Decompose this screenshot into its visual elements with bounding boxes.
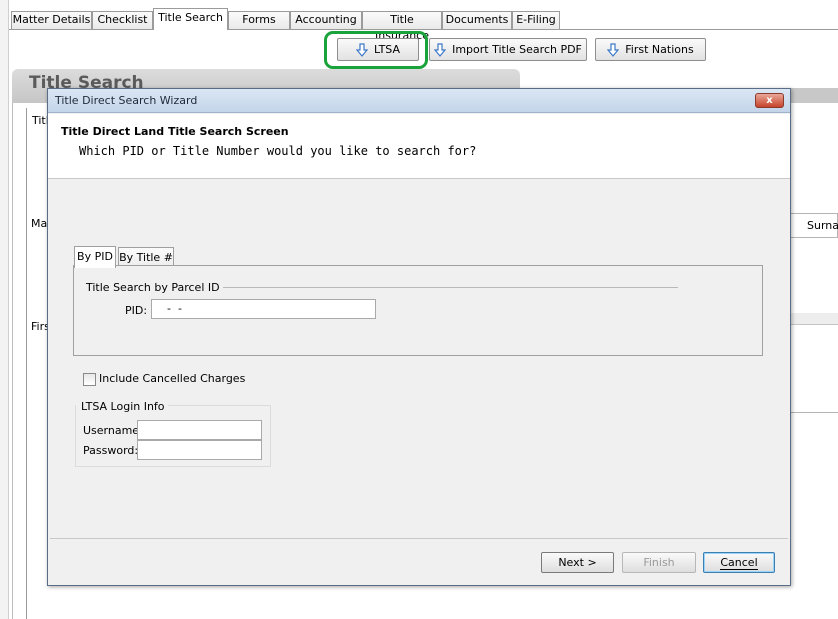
dialog-titlebar[interactable]: Title Direct Search Wizard x <box>48 89 790 113</box>
surname-column-header[interactable]: Surnar <box>790 213 838 238</box>
username-input[interactable] <box>137 420 262 440</box>
tab-accounting[interactable]: Accounting <box>290 11 362 29</box>
down-arrow-icon <box>434 42 447 57</box>
highlight-annotation <box>324 31 428 69</box>
parcel-group-label: Title Search by Parcel ID <box>86 281 223 294</box>
pid-input[interactable]: - - <box>151 299 376 319</box>
main-tabbar: Matter Details Checklist Title Search Fo… <box>11 0 838 42</box>
login-group-line <box>160 405 271 406</box>
right-list-header <box>790 313 838 325</box>
tab-label: Title Search <box>158 11 223 24</box>
tab-label: Checklist <box>97 13 148 26</box>
app-left-strip <box>0 0 9 619</box>
wizard-header-title: Title Direct Land Title Search Screen <box>61 125 289 138</box>
tab-by-pid[interactable]: By PID <box>74 246 116 268</box>
wizard-body <box>48 179 790 539</box>
tab-e-filing[interactable]: E-Filing <box>512 11 560 29</box>
finish-button[interactable]: Finish <box>622 552 696 573</box>
footer-separator <box>50 538 788 539</box>
wizard-header: Title Direct Land Title Search Screen Wh… <box>48 114 790 179</box>
cancel-button[interactable]: Cancel <box>703 552 775 573</box>
next-button[interactable]: Next > <box>541 552 614 573</box>
tab-label: Matter Details <box>12 13 91 26</box>
tab-label: Forms <box>242 13 276 26</box>
username-label: Username: <box>83 424 143 437</box>
first-nations-button-label: First Nations <box>625 43 694 56</box>
import-button-label: Import Title Search PDF <box>452 43 582 56</box>
tab-title-insurance[interactable]: Title Insurance <box>362 11 442 42</box>
import-title-search-pdf-button[interactable]: Import Title Search PDF <box>429 38 587 61</box>
include-cancelled-label[interactable]: Include Cancelled Charges <box>99 372 245 385</box>
tab-forms[interactable]: Forms <box>228 11 290 29</box>
tab-checklist[interactable]: Checklist <box>92 11 153 29</box>
include-cancelled-checkbox[interactable] <box>83 373 96 386</box>
tab-label: Accounting <box>295 13 357 26</box>
inner-border <box>26 108 27 619</box>
finish-button-label: Finish <box>643 556 675 569</box>
tab-label: Documents <box>445 13 509 26</box>
tabbar-divider <box>9 29 838 30</box>
title-direct-search-wizard-dialog: Title Direct Search Wizard x Title Direc… <box>47 88 791 586</box>
next-button-label: Next > <box>558 556 597 569</box>
password-input[interactable] <box>137 440 262 460</box>
surname-label: Surnar <box>807 219 838 232</box>
right-list-box <box>790 313 838 413</box>
first-nations-button[interactable]: First Nations <box>595 38 706 61</box>
tab-matter-details[interactable]: Matter Details <box>11 11 92 29</box>
pid-label: PID: <box>125 304 148 317</box>
down-arrow-icon <box>607 42 620 57</box>
tab-label: By PID <box>77 250 113 263</box>
password-label: Password: <box>83 444 139 457</box>
wizard-header-subtitle: Which PID or Title Number would you like… <box>79 144 477 158</box>
dialog-title: Title Direct Search Wizard <box>55 94 198 107</box>
cancel-button-label: Cancel <box>720 556 758 570</box>
login-group-label: LTSA Login Info <box>81 400 168 413</box>
close-button[interactable]: x <box>755 93 784 108</box>
tab-documents[interactable]: Documents <box>442 11 512 29</box>
matter-fragment: Ma <box>31 217 48 230</box>
tab-title-search[interactable]: Title Search <box>153 8 228 30</box>
tab-label: By Title # <box>119 251 173 264</box>
tab-label: E-Filing <box>516 13 556 26</box>
pid-value: - - <box>160 302 182 315</box>
close-icon: x <box>766 95 773 106</box>
